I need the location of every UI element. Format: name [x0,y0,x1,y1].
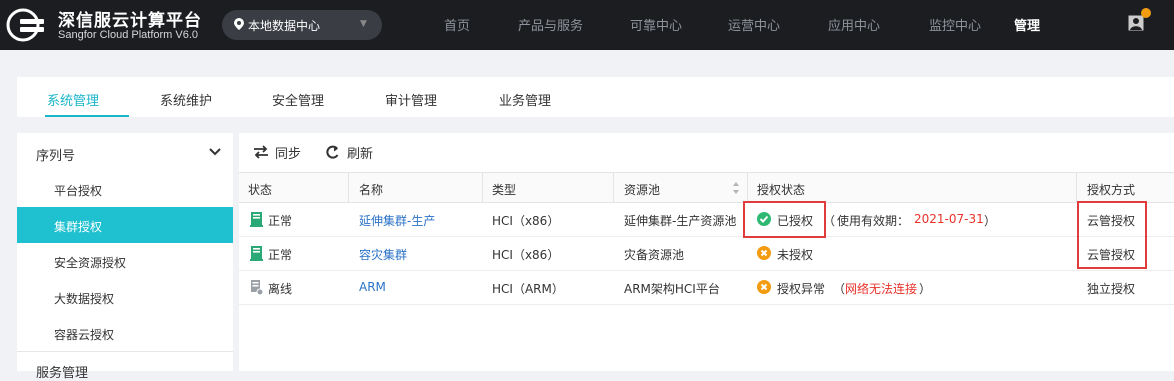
license-expiry-label: 使用有效期： [837,214,910,228]
license-note-open: （ [833,282,846,296]
license-status-text: 未授权 [777,248,814,262]
column-status[interactable]: 状态 [248,181,272,198]
location-pin-icon [234,18,244,30]
refresh-label: 刷新 [347,147,374,162]
user-icon[interactable] [1128,15,1144,31]
sidebar-section-label: 序列号 [36,149,76,164]
status-text: 正常 [268,214,293,228]
license-note-close: ） [984,214,997,228]
nav-home[interactable]: 首页 [444,15,470,34]
tab-security-management[interactable]: 安全管理 [272,90,324,109]
tab-system-maintenance[interactable]: 系统维护 [160,90,212,109]
type-cell: HCI（x86） [492,248,560,262]
sort-icon[interactable] [732,181,740,195]
server-icon [250,212,263,227]
server-offline-icon [251,280,263,295]
sidebar-item-label: 平台授权 [54,184,103,198]
sidebar-item-label: 大数据授权 [54,292,115,306]
top-navbar: 深信服云计算平台 Sangfor Cloud Platform V6.0 本地数… [0,0,1174,50]
license-error-reason: 网络无法连接 [845,282,918,296]
table-header: 状态 名称 类型 资源池 授权状态 授权方式 [239,172,1174,203]
chevron-down-icon: ▼ [360,19,367,29]
cluster-name-link[interactable]: 容灾集群 [359,246,407,263]
license-note-close: ） [919,282,932,296]
cluster-name-link[interactable]: 延伸集群-生产 [359,212,435,229]
license-expiry-date: 2021-07-31 [914,212,984,226]
sidebar-item-label: 安全资源授权 [54,256,127,270]
datacenter-select[interactable]: 本地数据中心 ▼ [222,10,382,40]
tab-business-management[interactable]: 业务管理 [499,90,551,109]
sync-icon [254,145,268,159]
sidebar-item-cluster-license[interactable]: 集群授权 [17,207,233,243]
tab-system-management[interactable]: 系统管理 [47,90,99,109]
nav-applications[interactable]: 应用中心 [828,15,880,34]
sync-button[interactable]: 同步 [253,143,313,162]
nav-reliability[interactable]: 可靠中心 [630,15,682,34]
nav-products[interactable]: 产品与服务 [518,15,583,34]
license-status-text: 授权异常 [777,282,826,296]
refresh-icon [326,145,339,159]
table-row[interactable]: 离线 ARM HCI（ARM） ARM架构HCI平台 授权异常 （ 网络无法连接… [239,271,1174,305]
management-tabs: 系统管理 系统维护 安全管理 审计管理 业务管理 [17,77,1174,117]
license-method-text: 独立授权 [1087,282,1136,296]
resource-pool-cell: 延伸集群-生产资源池 [624,214,737,228]
sidebar-item-security-resource-license[interactable]: 安全资源授权 [17,243,233,279]
active-tab-indicator [45,115,129,117]
server-icon [250,246,263,261]
sidebar-section-service[interactable]: 服务管理 [17,351,233,381]
sidebar-section-label: 服务管理 [36,366,89,381]
highlight-box-auth-method [1077,201,1147,269]
table-row[interactable]: 正常 延伸集群-生产 HCI（x86） 延伸集群-生产资源池 已授权 （ 使用有… [239,203,1174,237]
tab-audit-management[interactable]: 审计管理 [385,90,437,109]
cluster-name-link[interactable]: ARM [359,280,386,294]
sidebar-item-container-license[interactable]: 容器云授权 [17,315,233,351]
chevron-down-icon [209,148,221,156]
nav-management[interactable]: 管理 [1014,15,1040,34]
status-text: 正常 [268,248,293,262]
sidebar: 序列号 平台授权 集群授权 安全资源授权 大数据授权 容器云授权 服务管理 [17,133,233,381]
column-name[interactable]: 名称 [359,181,383,198]
sidebar-item-label: 容器云授权 [54,328,115,342]
close-circle-icon [757,246,771,260]
type-cell: HCI（x86） [492,214,560,228]
sidebar-section-serial[interactable]: 序列号 [17,133,233,171]
table-row[interactable]: 正常 容灾集群 HCI（x86） 灾备资源池 未授权 云管授权 [239,237,1174,271]
logo-icon[interactable] [6,8,46,42]
close-circle-icon [757,280,771,294]
sidebar-item-label: 集群授权 [54,220,103,234]
nav-operations[interactable]: 运营中心 [728,15,780,34]
sidebar-item-bigdata-license[interactable]: 大数据授权 [17,279,233,315]
column-resource-pool[interactable]: 资源池 [624,181,660,198]
sync-label: 同步 [275,147,302,162]
resource-pool-cell: 灾备资源池 [624,248,685,262]
brand-title: 深信服云计算平台 [58,11,202,31]
column-license-method[interactable]: 授权方式 [1087,181,1135,198]
license-panel: 同步 刷新 状态 名称 类型 资源池 授权状态 授权方式 正常 延伸集群-生产 … [239,133,1174,371]
brand-subtitle: Sangfor Cloud Platform V6.0 [58,29,199,41]
resource-pool-cell: ARM架构HCI平台 [624,282,720,296]
type-cell: HCI（ARM） [492,282,564,296]
sidebar-item-platform-license[interactable]: 平台授权 [17,171,233,207]
highlight-box-auth-status [743,201,826,238]
datacenter-label: 本地数据中心 [248,19,321,33]
status-text: 离线 [268,282,293,296]
nav-monitoring[interactable]: 监控中心 [929,15,981,34]
notification-dot [1141,8,1151,18]
column-type[interactable]: 类型 [492,181,516,198]
refresh-button[interactable]: 刷新 [325,143,385,162]
column-license-status[interactable]: 授权状态 [757,181,805,198]
